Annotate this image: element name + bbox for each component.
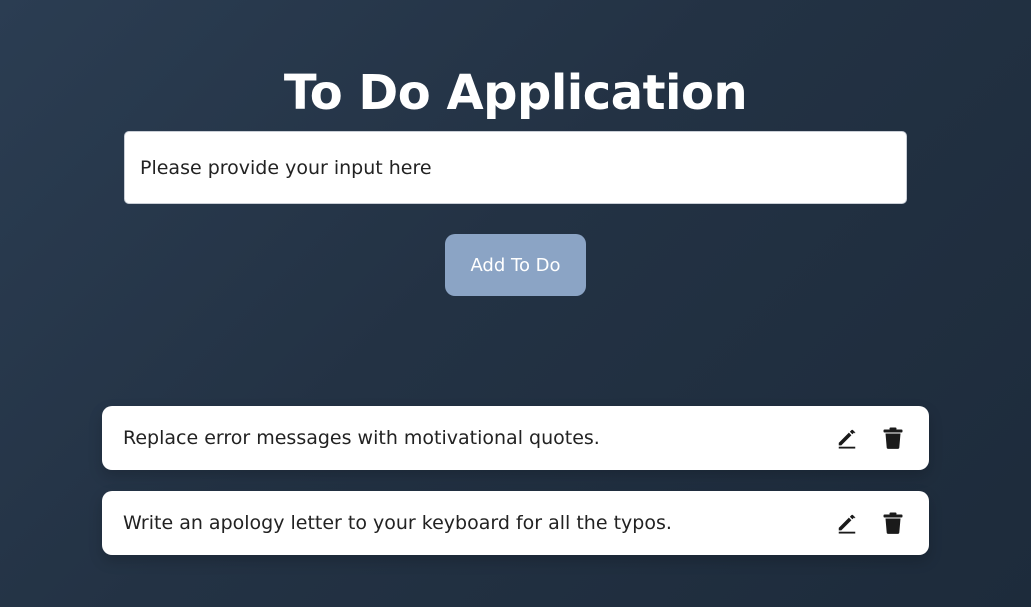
todo-item: Replace error messages with motivational… — [102, 406, 929, 470]
pencil-icon — [838, 514, 856, 534]
trash-icon — [883, 427, 903, 449]
add-todo-button[interactable]: Add To Do — [445, 234, 586, 296]
todo-list: Replace error messages with motivational… — [102, 406, 929, 576]
trash-icon — [883, 512, 903, 534]
delete-icon[interactable] — [881, 511, 905, 535]
todo-text: Replace error messages with motivational… — [123, 427, 600, 449]
todo-input[interactable] — [124, 131, 907, 204]
delete-icon[interactable] — [881, 426, 905, 450]
pencil-icon — [838, 429, 856, 449]
edit-icon[interactable] — [835, 511, 859, 535]
todo-text: Write an apology letter to your keyboard… — [123, 512, 672, 534]
todo-item: Write an apology letter to your keyboard… — [102, 491, 929, 555]
page-title: To Do Application — [283, 65, 748, 122]
edit-icon[interactable] — [835, 426, 859, 450]
